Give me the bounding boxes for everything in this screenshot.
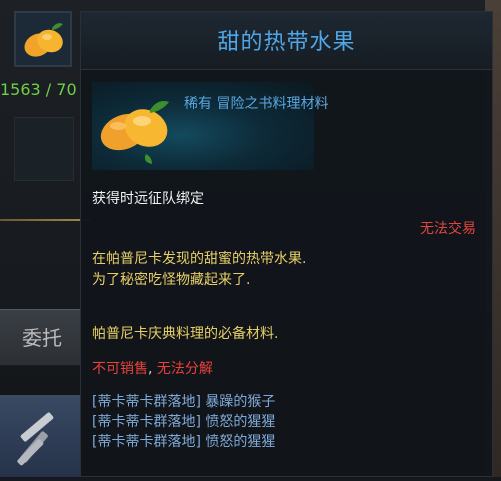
item-tooltip: 甜的热带水果 稀有 冒险之书料理材料 获得时远征队绑定 无法交易 在帕普尼卡发现… [80, 11, 493, 477]
drop-source-item: [蒂卡蒂卡群落地] 暴躁的猴子 [92, 394, 276, 410]
divider [0, 219, 90, 221]
description-line: 在帕普尼卡发现的甜蜜的热带水果. [92, 251, 307, 267]
entrust-button[interactable]: 委托 [0, 309, 80, 366]
item-description: 在帕普尼卡发现的甜蜜的热带水果. 为了秘密吃怪物藏起来了. [92, 249, 306, 291]
drop-source-item: [蒂卡蒂卡群落地] 愤怒的猩猩 [92, 434, 276, 450]
empty-slot[interactable] [14, 117, 74, 181]
hammer-tool-icon[interactable] [0, 395, 80, 477]
no-disassemble-label: 无法分解 [156, 361, 213, 377]
drop-source-list: [蒂卡蒂卡群落地] 暴躁的猴子 [蒂卡蒂卡群落地] 愤怒的猩猩 [蒂卡蒂卡群落地… [92, 392, 275, 452]
trade-status: 无法交易 [420, 221, 476, 237]
tooltip-header: 甜的热带水果 [81, 12, 492, 70]
drop-source-item: [蒂卡蒂卡群落地] 愤怒的猩猩 [92, 414, 276, 430]
usage-note: 帕普尼卡庆典料理的必备材料. [92, 326, 279, 342]
item-rarity-category: 稀有 冒险之书料理材料 [184, 96, 329, 112]
restrictions: 不可销售, 无法分解 [92, 358, 213, 378]
bind-info: 获得时远征队绑定 [92, 191, 204, 207]
item-count: 1563 / 70 [0, 80, 77, 99]
mango-fruit-icon [100, 101, 169, 164]
no-sell-label: 不可销售 [92, 361, 148, 377]
description-line: 为了秘密吃怪物藏起来了. [92, 272, 251, 288]
restriction-separator: , [148, 361, 157, 377]
mango-fruit-icon [24, 23, 63, 57]
item-slot[interactable] [14, 11, 72, 67]
item-title: 甜的热带水果 [217, 30, 356, 55]
